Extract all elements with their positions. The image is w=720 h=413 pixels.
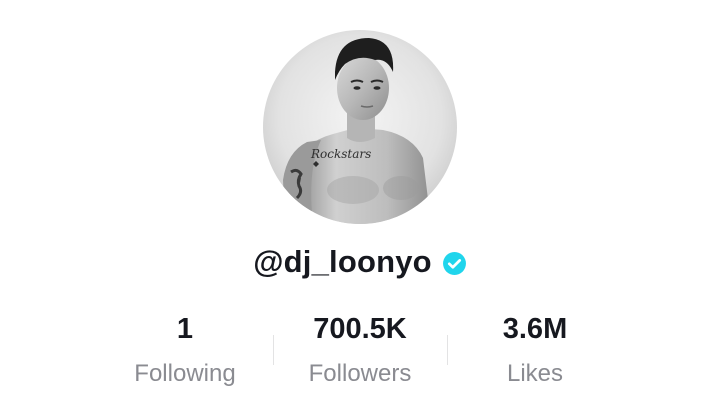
username-row: @dj_loonyo	[0, 240, 720, 284]
following-label: Following	[134, 360, 236, 387]
profile-stats: 1 Following 700.5K Followers 3.6M Likes	[0, 307, 720, 397]
followers-stat[interactable]: 700.5K Followers	[280, 307, 440, 391]
username[interactable]: @dj_loonyo	[253, 244, 432, 280]
following-stat[interactable]: 1 Following	[105, 307, 265, 391]
stat-divider	[447, 335, 448, 365]
tattoo-text: Rockstars	[310, 147, 371, 161]
verified-badge-icon	[442, 251, 467, 276]
likes-count: 3.6M	[502, 313, 568, 345]
likes-stat[interactable]: 3.6M Likes	[455, 307, 615, 391]
stat-divider	[273, 335, 274, 365]
following-count: 1	[176, 313, 194, 345]
followers-label: Followers	[308, 360, 412, 387]
likes-label: Likes	[506, 360, 564, 387]
profile-avatar[interactable]: Rockstars	[263, 30, 457, 224]
followers-count: 700.5K	[313, 313, 407, 345]
avatar-photo: Rockstars	[263, 30, 457, 224]
